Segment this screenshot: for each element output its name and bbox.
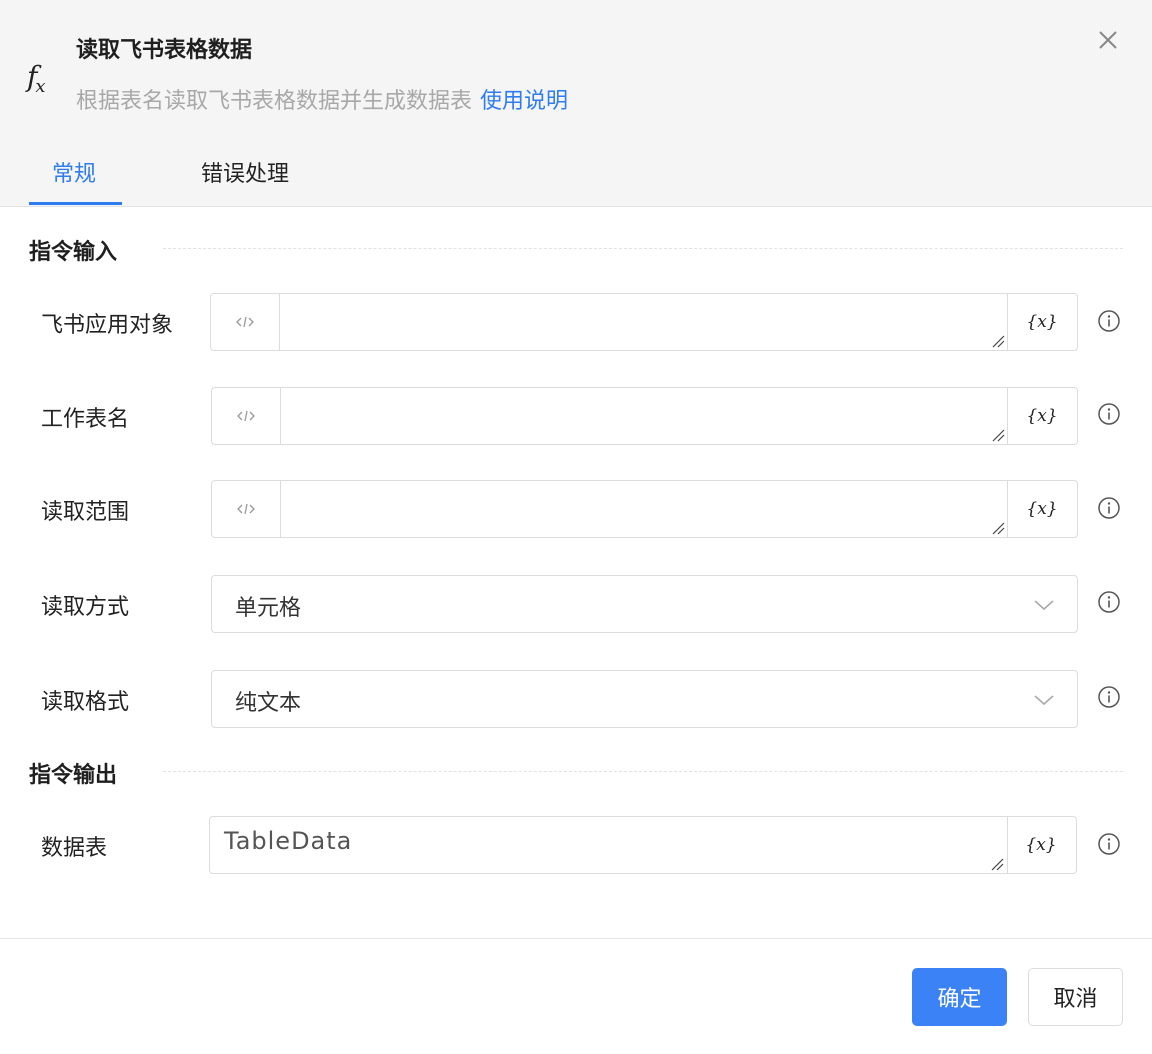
info-icon[interactable] — [1097, 590, 1121, 614]
feishu-app-label: 飞书应用对象 — [41, 313, 174, 338]
code-icon — [237, 410, 255, 422]
chevron-down-icon — [1034, 600, 1054, 611]
info-icon[interactable] — [1097, 832, 1121, 856]
data-table-input[interactable]: TableData — [210, 817, 1008, 873]
feishu-app-input[interactable] — [280, 294, 1008, 350]
section-divider — [163, 248, 1123, 249]
variable-button[interactable]: {x} — [1007, 388, 1077, 444]
code-icon — [236, 316, 254, 328]
read-range-label: 读取范围 — [41, 500, 130, 525]
code-mode-button[interactable] — [212, 481, 281, 537]
dialog-title: 读取飞书表格数据 — [76, 38, 253, 63]
worksheet-name-input[interactable] — [281, 388, 1008, 444]
info-icon[interactable] — [1097, 309, 1121, 333]
help-link[interactable]: 使用说明 — [480, 89, 568, 114]
section-divider — [163, 771, 1123, 772]
read-mode-select[interactable]: 单元格 — [211, 575, 1078, 633]
read-format-select[interactable]: 纯文本 — [211, 670, 1078, 728]
info-icon[interactable] — [1097, 685, 1121, 709]
output-section-title: 指令输出 — [29, 763, 118, 788]
footer-divider — [0, 938, 1152, 939]
worksheet-name-input-group: {x} — [211, 387, 1078, 445]
resize-grip-icon[interactable] — [990, 857, 1004, 871]
data-table-input-group: TableData {x} — [209, 816, 1077, 874]
feishu-app-input-group: {x} — [210, 293, 1078, 351]
confirm-button[interactable]: 确定 — [912, 968, 1007, 1026]
resize-grip-icon[interactable] — [991, 428, 1005, 442]
variable-button[interactable]: {x} — [1007, 294, 1077, 350]
resize-grip-icon[interactable] — [991, 521, 1005, 535]
tab-general[interactable]: 常规 — [52, 156, 96, 188]
read-format-value: 纯文本 — [235, 691, 302, 716]
read-range-input-group: {x} — [211, 480, 1078, 538]
read-format-label: 读取格式 — [41, 690, 130, 715]
close-button[interactable] — [1094, 26, 1122, 54]
code-mode-button[interactable] — [211, 294, 280, 350]
code-mode-button[interactable] — [212, 388, 281, 444]
function-icon: fx — [27, 60, 46, 97]
subtitle-text: 根据表名读取飞书表格数据并生成数据表 — [76, 89, 473, 114]
close-icon — [1099, 31, 1117, 49]
input-section-title: 指令输入 — [29, 240, 118, 265]
info-icon[interactable] — [1097, 496, 1121, 520]
tab-bar: 常规 错误处理 — [0, 150, 1152, 207]
worksheet-name-label: 工作表名 — [41, 407, 130, 432]
cancel-button[interactable]: 取消 — [1028, 968, 1123, 1026]
data-table-label: 数据表 — [41, 836, 108, 861]
chevron-down-icon — [1034, 695, 1054, 706]
variable-button[interactable]: {x} — [1007, 481, 1077, 537]
info-icon[interactable] — [1097, 402, 1121, 426]
dialog-header: fx 读取飞书表格数据 根据表名读取飞书表格数据并生成数据表 使用说明 常规 错误… — [0, 0, 1152, 207]
tab-error-handling[interactable]: 错误处理 — [201, 156, 289, 188]
dialog: fx 读取飞书表格数据 根据表名读取飞书表格数据并生成数据表 使用说明 常规 错误… — [0, 0, 1152, 1054]
read-range-input[interactable] — [281, 481, 1008, 537]
resize-grip-icon[interactable] — [991, 334, 1005, 348]
code-icon — [237, 503, 255, 515]
dialog-subtitle: 根据表名读取飞书表格数据并生成数据表 使用说明 — [76, 83, 568, 115]
active-tab-indicator — [29, 202, 122, 205]
read-mode-label: 读取方式 — [41, 595, 130, 620]
variable-button[interactable]: {x} — [1006, 817, 1076, 873]
read-mode-value: 单元格 — [235, 596, 302, 621]
